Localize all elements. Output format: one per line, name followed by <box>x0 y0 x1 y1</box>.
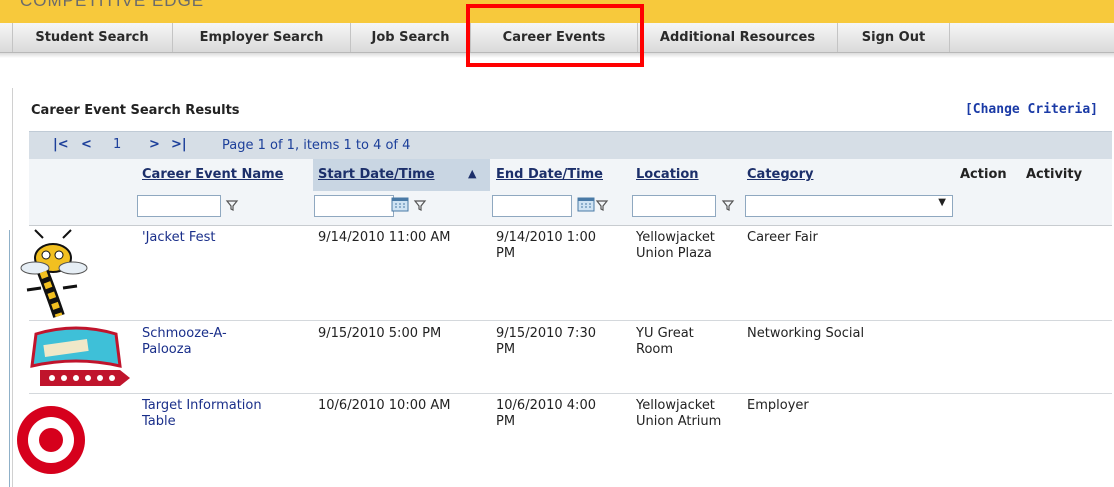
event-category: Employer <box>747 398 809 413</box>
filter-name-input[interactable] <box>137 195 221 217</box>
chevron-down-icon: ▼ <box>938 197 946 208</box>
change-criteria-link[interactable]: [Change Criteria] <box>965 102 1098 117</box>
target-logo-icon <box>17 406 85 474</box>
event-location: Yellowjacket Union Atrium <box>636 398 722 429</box>
nav-additional-resources[interactable]: Additional Resources <box>638 23 838 52</box>
col-header-activity: Activity <box>1026 167 1083 182</box>
pager-bar: |< < 1 > >| Page 1 of 1, items 1 to 4 of… <box>29 131 1112 159</box>
event-location: YU Great Room <box>636 326 694 357</box>
last-page-button[interactable]: >| <box>171 137 187 152</box>
event-end: 9/15/2010 7:30 PM <box>496 326 596 357</box>
col-header-start[interactable]: Start Date/Time <box>318 167 435 182</box>
event-image-target <box>13 396 93 487</box>
filter-icon[interactable] <box>224 197 240 213</box>
col-header-category[interactable]: Category <box>747 167 813 182</box>
event-image-schmooze <box>20 326 132 390</box>
nav-job-search[interactable]: Job Search <box>351 23 471 52</box>
event-category: Networking Social <box>747 326 865 341</box>
filter-end-input[interactable] <box>492 195 572 217</box>
event-start: 9/15/2010 5:00 PM <box>318 326 442 341</box>
col-header-location[interactable]: Location <box>636 167 699 182</box>
content-border-accent <box>9 230 10 487</box>
current-page-number[interactable]: 1 <box>113 137 121 152</box>
nav-employer-search[interactable]: Employer Search <box>173 23 351 52</box>
results-title: Career Event Search Results <box>31 103 240 118</box>
next-page-button[interactable]: > <box>149 137 160 152</box>
yellowjacket-mascot-icon <box>20 229 88 318</box>
filter-row: ▼ <box>29 191 1112 226</box>
first-page-button[interactable]: |< <box>53 137 69 152</box>
col-header-end[interactable]: End Date/Time <box>496 167 603 182</box>
event-end: 10/6/2010 4:00 PM <box>496 398 596 429</box>
event-name-link[interactable]: 'Jacket Fest <box>142 230 302 246</box>
filter-category-select[interactable]: ▼ <box>745 195 953 217</box>
event-name-link[interactable]: Target Information Table <box>142 398 292 430</box>
calendar-icon[interactable] <box>391 196 409 212</box>
schmooze-sign-logo-icon <box>30 326 130 386</box>
sort-ascending-icon[interactable]: ▲ <box>468 167 476 180</box>
brand-text: COMPETITIVE EDGE <box>20 0 205 10</box>
event-location: Yellowjacket Union Plaza <box>636 230 715 261</box>
event-category: Career Fair <box>747 230 818 245</box>
calendar-icon[interactable] <box>577 196 595 212</box>
event-start: 9/14/2010 11:00 AM <box>318 230 451 245</box>
event-image-jacket-fest <box>13 228 93 320</box>
pager-summary: Page 1 of 1, items 1 to 4 of 4 <box>222 138 411 153</box>
event-name-link[interactable]: Schmooze-A-Palooza <box>142 326 246 358</box>
prev-page-button[interactable]: < <box>81 137 92 152</box>
event-end: 9/14/2010 1:00 PM <box>496 230 596 261</box>
col-header-name[interactable]: Career Event Name <box>142 167 283 182</box>
event-start: 10/6/2010 10:00 AM <box>318 398 451 413</box>
col-header-action: Action <box>960 167 1007 182</box>
nav-student-search[interactable]: Student Search <box>12 23 173 52</box>
nav-sign-out[interactable]: Sign Out <box>838 23 950 52</box>
filter-icon[interactable] <box>412 197 428 213</box>
filter-location-input[interactable] <box>632 195 716 217</box>
filter-icon[interactable] <box>594 197 610 213</box>
filter-start-input[interactable] <box>314 195 394 217</box>
highlight-box <box>466 4 644 67</box>
filter-icon[interactable] <box>720 197 736 213</box>
